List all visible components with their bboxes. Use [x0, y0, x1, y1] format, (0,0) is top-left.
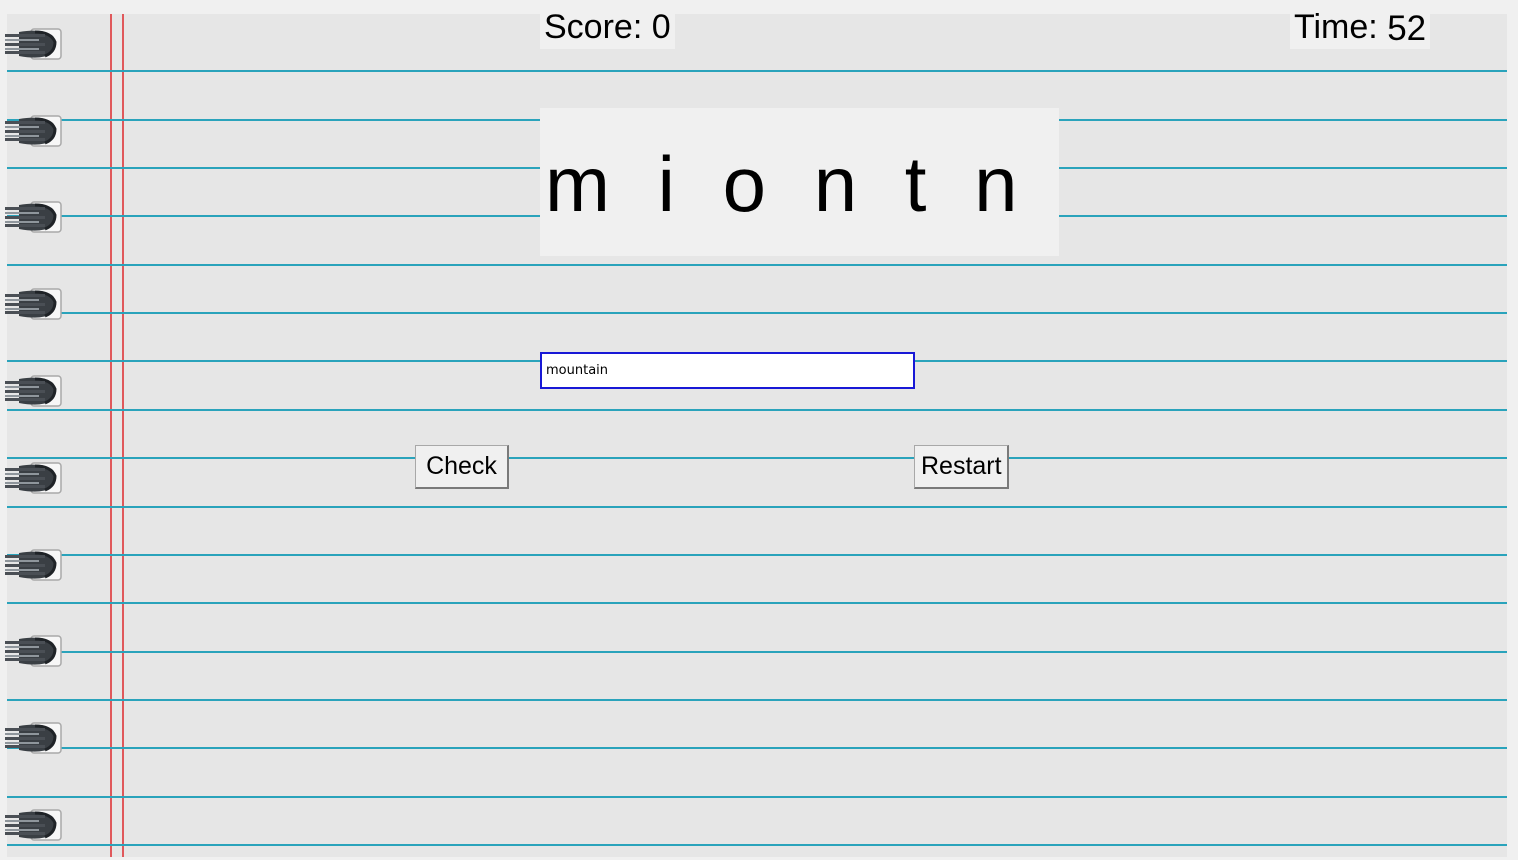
restart-button[interactable]: Restart [914, 445, 1009, 489]
margin-line-right [122, 14, 124, 857]
scrambled-word: m i o n t n u a [540, 108, 1059, 256]
spiral-binding-icon [5, 113, 62, 149]
spiral-binding-icon [5, 286, 62, 322]
spiral-binding-icon [5, 26, 62, 62]
spiral-binding-icon [5, 807, 62, 843]
ruled-line [7, 844, 1507, 846]
ruled-line [7, 457, 1507, 459]
ruled-line [7, 70, 1507, 72]
ruled-line [7, 554, 1507, 556]
timer-display: Time: 52 [1290, 3, 1431, 49]
spiral-binding-icon [5, 199, 62, 235]
ruled-line [7, 312, 1507, 314]
ruled-line [7, 699, 1507, 701]
spiral-binding-icon [5, 633, 62, 669]
ruled-line [7, 264, 1507, 266]
spiral-binding-icon [5, 460, 62, 496]
spiral-binding-icon [5, 373, 62, 409]
spiral-binding-icon [5, 720, 62, 756]
ruled-line [7, 796, 1507, 798]
score-value: 0 [651, 8, 671, 46]
score-label: Score: [544, 8, 643, 46]
answer-input[interactable] [540, 352, 915, 389]
ruled-line [7, 747, 1507, 749]
scrambled-word-text: m i o n t n u a [545, 140, 1059, 228]
ruled-line [7, 651, 1507, 653]
margin-line-left [110, 14, 112, 857]
ruled-line [7, 506, 1507, 508]
check-button[interactable]: Check [415, 445, 509, 489]
score-display: Score: 0 [540, 3, 675, 49]
time-label: Time: [1294, 8, 1378, 46]
ruled-line [7, 409, 1507, 411]
spiral-binding-icon [5, 547, 62, 583]
time-value: 52 [1387, 9, 1427, 48]
ruled-line [7, 602, 1507, 604]
